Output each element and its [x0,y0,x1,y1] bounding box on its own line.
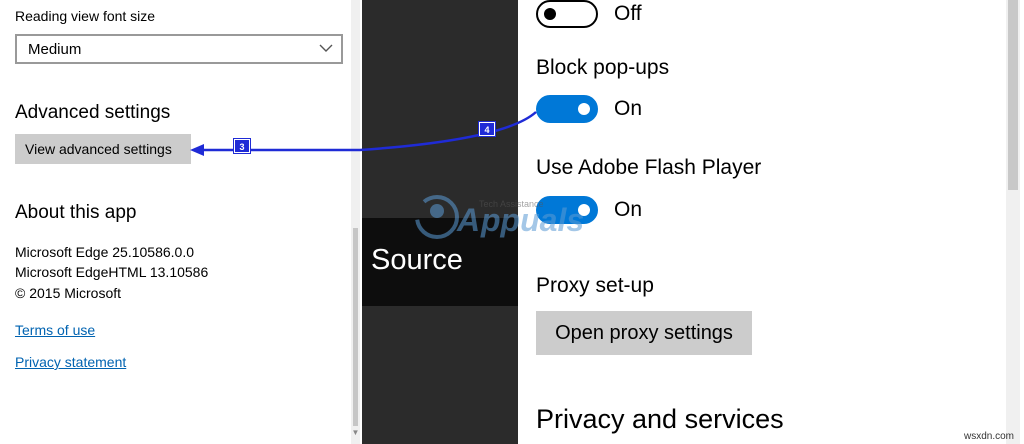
annotation-arrow-graphic [190,111,537,156]
annotation-badge-4: 4 [478,121,496,137]
corner-watermark: wsxdn.com [963,431,1014,442]
annotation-badge-3: 3 [233,138,251,154]
